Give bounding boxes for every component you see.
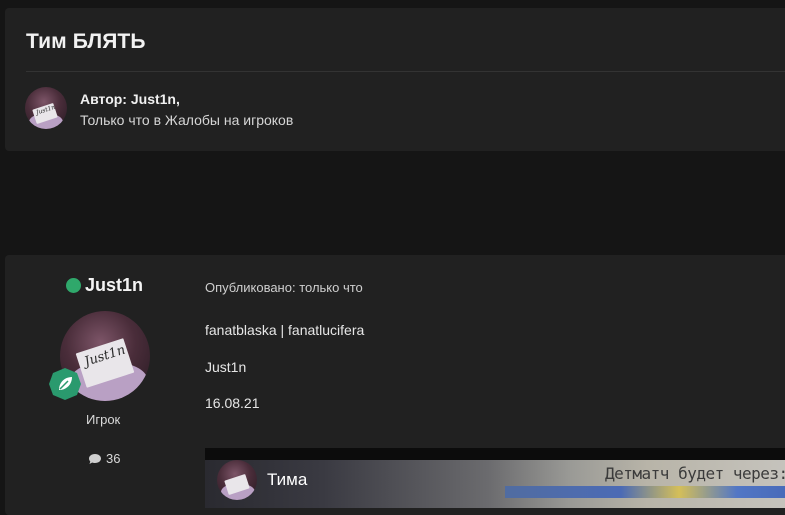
content-line: 16.08.21 <box>205 395 260 411</box>
post-count-value: 36 <box>106 451 121 466</box>
published-time: Опубликовано: только что <box>205 280 363 295</box>
video-overlay-text: Детматч будет через: <box>605 464 785 483</box>
content-line: Just1n <box>205 359 247 375</box>
user-rank: Игрок <box>86 412 121 427</box>
post-count: 36 <box>88 451 120 466</box>
divider <box>26 71 785 72</box>
avatar-paper-text: Just1n <box>35 103 57 117</box>
video-embed[interactable]: Тима Детматч будет через: <box>205 448 785 508</box>
post-meta: Только что в Жалобы на игроков <box>80 112 294 128</box>
content-line: fanatblaska | fanatlucifera <box>205 322 365 338</box>
author-avatar[interactable]: Just1n <box>25 87 67 129</box>
user-name-row: Just1n <box>66 275 143 296</box>
user-name[interactable]: Just1n <box>85 275 143 296</box>
video-thumbnail-strip <box>505 486 785 498</box>
comment-icon <box>89 453 101 464</box>
post-card: Just1n Just1n Игрок 36 Опубликовано: тол… <box>5 255 785 515</box>
online-status-icon <box>66 278 81 293</box>
video-channel-avatar[interactable] <box>217 460 257 500</box>
topic-header-card: Тим БЛЯТЬ Just1n Автор: Just1n, Только ч… <box>5 8 785 151</box>
video-title[interactable]: Тима <box>267 470 307 490</box>
rank-badge-icon <box>48 367 82 401</box>
avatar-paper-text: Just1n <box>82 342 128 370</box>
topic-title: Тим БЛЯТЬ <box>26 30 146 53</box>
author-label[interactable]: Автор: Just1n, <box>80 91 180 107</box>
